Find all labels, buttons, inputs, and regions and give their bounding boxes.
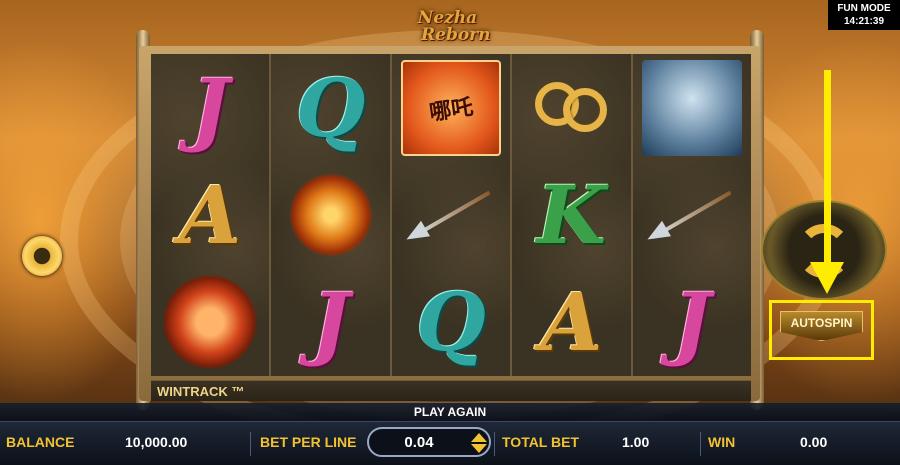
divider	[700, 432, 701, 456]
scroll-symbol: 哪吒	[400, 59, 501, 156]
symbol-cell	[633, 161, 751, 268]
symbol-q: Q	[416, 275, 486, 370]
spear-tip-icon	[642, 220, 671, 248]
symbol-a: A	[179, 167, 242, 262]
symbol-cell: K	[512, 161, 630, 268]
reel-2: Q J	[271, 54, 390, 376]
logo-line-2: Reborn	[421, 25, 491, 45]
spear-tip-icon	[401, 220, 431, 248]
divider	[250, 432, 251, 456]
mode-indicator: FUN MODE 14:21:39	[828, 0, 900, 30]
symbol-cell: Q	[271, 54, 389, 161]
bottom-bar: BALANCE 10,000.00 BET PER LINE 0.04 TOTA…	[0, 421, 900, 465]
balance-value: 10,000.00	[125, 434, 188, 450]
win-label: WIN	[708, 434, 736, 450]
settings-gear-icon[interactable]	[22, 236, 62, 276]
fire-wheel-symbol	[282, 166, 379, 263]
flame-dragon-symbol	[162, 274, 259, 371]
highlight-arrow-shaft	[824, 70, 831, 278]
balance-label: BALANCE	[6, 434, 75, 450]
gear-hub-icon	[34, 248, 50, 264]
symbol-j: J	[672, 275, 711, 370]
symbol-j: J	[191, 60, 230, 155]
bet-per-line-stepper[interactable]: 0.04	[367, 427, 491, 457]
bet-decrease-icon[interactable]	[471, 444, 487, 453]
symbol-cell	[271, 161, 389, 268]
symbol-cell: 哪吒	[392, 54, 510, 161]
highlight-arrow-head-icon	[810, 262, 844, 294]
wintrack-bar[interactable]: WINTRACK ™	[151, 380, 751, 401]
bet-per-line-value: 0.04	[404, 434, 434, 451]
symbol-cell	[151, 269, 269, 376]
scroll-calligraphy-icon: 哪吒	[427, 93, 475, 126]
symbol-j: J	[311, 275, 350, 370]
total-bet-value: 1.00	[622, 434, 650, 450]
symbol-k: K	[536, 167, 607, 262]
symbol-cell: J	[151, 54, 269, 161]
spear-symbol	[401, 167, 501, 263]
total-bet-label: TOTAL BET	[502, 434, 579, 450]
win-value: 0.00	[800, 434, 828, 450]
symbol-a: A	[540, 275, 603, 370]
spear-shaft-icon	[658, 190, 732, 236]
ice-dragon-symbol	[641, 59, 742, 156]
reel-3: 哪吒 Q	[391, 54, 511, 376]
symbol-cell: A	[512, 269, 630, 376]
ring-icon	[563, 87, 608, 132]
bet-increase-icon[interactable]	[471, 433, 487, 442]
symbol-cell: Q	[392, 269, 510, 376]
reel-1: J A	[151, 54, 270, 376]
spear-symbol	[642, 167, 742, 263]
symbol-q: Q	[295, 60, 366, 155]
bet-per-line-label: BET PER LINE	[260, 434, 357, 450]
autospin-button[interactable]: AUTOSPIN	[769, 300, 874, 360]
play-again-banner: PLAY AGAIN	[0, 403, 900, 421]
reel-grid: J A Q J 哪吒 Q K A J	[151, 54, 751, 376]
reel-5: J	[632, 54, 751, 376]
symbol-cell	[392, 161, 510, 268]
symbol-cell	[633, 54, 751, 161]
symbol-cell: A	[151, 161, 269, 268]
autospin-label: AUTOSPIN	[780, 311, 863, 341]
golden-rings-symbol	[521, 60, 621, 156]
spear-shaft-icon	[417, 190, 491, 236]
mode-label: FUN MODE	[837, 3, 891, 14]
symbol-cell: J	[633, 269, 751, 376]
reel-4: K A	[512, 54, 631, 376]
clock: 14:21:39	[843, 16, 885, 27]
symbol-cell: J	[271, 269, 389, 376]
divider	[494, 432, 495, 456]
symbol-cell	[512, 54, 630, 161]
